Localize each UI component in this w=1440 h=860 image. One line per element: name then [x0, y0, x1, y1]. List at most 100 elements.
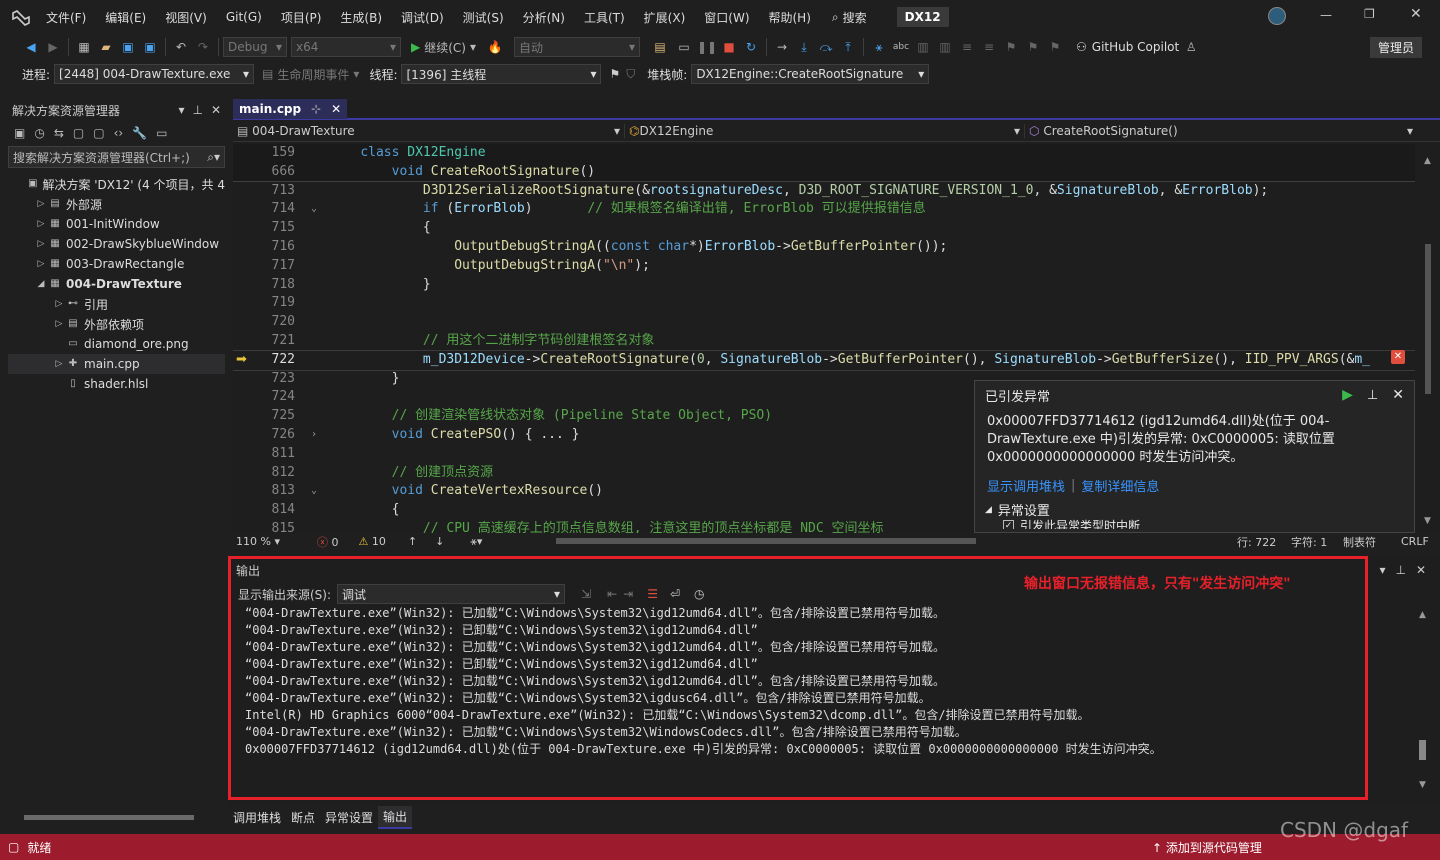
nav-class-select[interactable]: ⌬DX12Engine ▾: [625, 123, 1025, 138]
fold-toggle-icon[interactable]: [299, 182, 329, 201]
bookmark-prev-icon[interactable]: ⚑: [1022, 37, 1044, 57]
layout-icon[interactable]: ▥: [912, 37, 934, 57]
close-tab-icon[interactable]: ✕: [331, 102, 341, 116]
fold-toggle-icon[interactable]: [299, 257, 329, 276]
notification-icon[interactable]: ▢: [8, 840, 19, 854]
tab-main-cpp[interactable]: main.cpp ⊹ ✕: [233, 99, 348, 119]
code-line[interactable]: 714 ⌄ if (ErrorBlob) // 如果根签名编译出错, ErrorB…: [233, 200, 1415, 219]
horizontal-scrollbar[interactable]: [12, 812, 218, 822]
configuration-select[interactable]: Debug ▾: [223, 37, 287, 57]
thread-select[interactable]: [1396] 主线程 ▾: [401, 64, 602, 84]
expand-toggle-icon[interactable]: ▷: [34, 199, 48, 209]
expand-toggle-icon[interactable]: ▷: [34, 259, 48, 269]
code-line[interactable]: 722 m_D3D12Device->CreateRootSignature(0…: [233, 349, 1415, 371]
profile-icon[interactable]: [1268, 7, 1286, 25]
bookmark-icon[interactable]: ⚑: [1000, 37, 1022, 57]
code-line[interactable]: 715 {: [233, 219, 1415, 238]
menu-item[interactable]: 窗口(W): [704, 9, 749, 26]
show-call-stack-link[interactable]: 显示调用堆栈: [987, 476, 1065, 495]
expand-toggle-icon[interactable]: ▷: [34, 219, 48, 229]
expand-toggle-icon[interactable]: ▷: [52, 299, 66, 309]
fold-toggle-icon[interactable]: [299, 276, 329, 295]
fold-toggle-icon[interactable]: [299, 332, 329, 351]
tree-item[interactable]: ▷ ⊷ 引用: [8, 294, 225, 314]
indentation-mode[interactable]: 制表符: [1343, 534, 1376, 550]
expand-toggle-icon[interactable]: ▷: [52, 319, 66, 329]
dropdown-icon[interactable]: ▾: [1379, 563, 1385, 577]
code-line[interactable]: 720: [233, 313, 1415, 332]
code-line[interactable]: 159 class DX12Engine: [233, 144, 1415, 163]
break-checkbox[interactable]: ✓: [1003, 519, 1014, 529]
continue-icon[interactable]: ▶: [1342, 387, 1353, 403]
menu-item[interactable]: 分析(N): [523, 9, 565, 26]
expand-toggle-icon[interactable]: ◢: [34, 279, 48, 289]
minimize-button[interactable]: —: [1320, 8, 1332, 22]
code-line[interactable]: 716 OutputDebugStringA((const char*)Erro…: [233, 238, 1415, 257]
platform-select[interactable]: x64 ▾: [291, 37, 401, 57]
back-icon[interactable]: ◀: [20, 37, 42, 57]
redo-icon[interactable]: ↷: [192, 37, 214, 57]
tree-item[interactable]: ◢ ▦ 004-DrawTexture: [8, 274, 225, 294]
cleanup-icon[interactable]: ⚹▾: [470, 535, 482, 549]
expand-toggle-icon[interactable]: ▷: [52, 359, 66, 369]
solution-search-box[interactable]: 搜索解决方案资源管理器(Ctrl+;) ⌕▾: [8, 146, 225, 168]
fold-toggle-icon[interactable]: [299, 313, 329, 332]
code-line[interactable]: 721 // 用这个二进制字节码创建根签名对象: [233, 332, 1415, 351]
nav-project-select[interactable]: ▤ 004-DrawTexture ▾: [233, 123, 625, 138]
next-issue-icon[interactable]: ↓: [435, 535, 444, 548]
bottom-tab[interactable]: 调用堆栈: [228, 807, 286, 828]
pin-icon[interactable]: ⊥: [1367, 388, 1378, 403]
step-out-icon[interactable]: ⤒: [837, 37, 859, 57]
code-line[interactable]: 666 void CreateRootSignature(): [233, 162, 1415, 182]
flag-icon[interactable]: ⚑: [609, 67, 620, 81]
menu-item[interactable]: 帮助(H): [769, 9, 811, 26]
fold-toggle-icon[interactable]: [299, 407, 329, 426]
tree-item[interactable]: ▷ ▦ 001-InitWindow: [8, 214, 225, 234]
tree-item[interactable]: ▷ ✚ main.cpp: [8, 354, 225, 374]
comment-icon[interactable]: ≡: [956, 37, 978, 57]
menu-item[interactable]: 测试(S): [463, 9, 504, 26]
history-icon[interactable]: ◷: [34, 126, 44, 140]
pin-icon[interactable]: ⊥: [1395, 563, 1405, 577]
fold-toggle-icon[interactable]: ⌄: [299, 482, 329, 501]
hot-reload-icon[interactable]: 🔥: [480, 37, 510, 57]
menu-item[interactable]: 视图(V): [165, 9, 207, 26]
menu-item[interactable]: 编辑(E): [105, 9, 146, 26]
menu-item[interactable]: 工具(T): [584, 9, 625, 26]
step-into-icon[interactable]: ⤓: [793, 37, 815, 57]
zoom-select[interactable]: 110 % ▾: [233, 535, 293, 548]
fold-toggle-icon[interactable]: [299, 520, 329, 533]
fold-toggle-icon[interactable]: [299, 144, 329, 163]
stop-icon[interactable]: ■: [718, 37, 740, 57]
restart-icon[interactable]: ↻: [740, 37, 762, 57]
menu-item[interactable]: 调试(D): [401, 9, 444, 26]
open-folder-icon[interactable]: ▰: [95, 37, 117, 57]
uncomment-icon[interactable]: ≡: [978, 37, 1000, 57]
bottom-tab[interactable]: 异常设置: [320, 807, 378, 828]
pin-icon[interactable]: ⊥: [192, 103, 202, 117]
editor-horizontal-scrollbar[interactable]: [548, 537, 1208, 545]
copy-details-link[interactable]: 复制详细信息: [1081, 476, 1159, 495]
fold-toggle-icon[interactable]: [299, 238, 329, 257]
bookmark-next-icon[interactable]: ⚑: [1044, 37, 1066, 57]
pause-icon[interactable]: ❚❚: [696, 37, 718, 57]
account-icon[interactable]: ♙: [1179, 37, 1203, 57]
preview-icon[interactable]: ▭: [156, 126, 167, 140]
fold-toggle-icon[interactable]: [299, 388, 329, 407]
spell-icon[interactable]: abc: [890, 37, 912, 57]
forward-icon[interactable]: ▶: [42, 37, 64, 57]
close-window-button[interactable]: ✕: [1410, 6, 1422, 22]
tree-item[interactable]: ▷ ▤ 外部源: [8, 194, 225, 214]
warning-count[interactable]: ⚠ 10: [359, 535, 386, 548]
copilot-button[interactable]: ⚇ GitHub Copilot: [1076, 37, 1179, 57]
nav-member-select[interactable]: ⬡ CreateRootSignature() ▾: [1025, 124, 1417, 138]
layout2-icon[interactable]: ▥: [934, 37, 956, 57]
sync-icon[interactable]: ▣: [14, 126, 25, 140]
code-line[interactable]: 717 OutputDebugStringA("\n");: [233, 257, 1415, 276]
tree-item[interactable]: ▷ ▤ 外部依赖项: [8, 314, 225, 334]
expand-toggle-icon[interactable]: ▷: [34, 239, 48, 249]
properties-icon[interactable]: 🔧: [132, 126, 147, 140]
fold-toggle-icon[interactable]: [299, 464, 329, 483]
swap-icon[interactable]: ⇆: [54, 126, 64, 140]
undo-icon[interactable]: ↶: [170, 37, 192, 57]
